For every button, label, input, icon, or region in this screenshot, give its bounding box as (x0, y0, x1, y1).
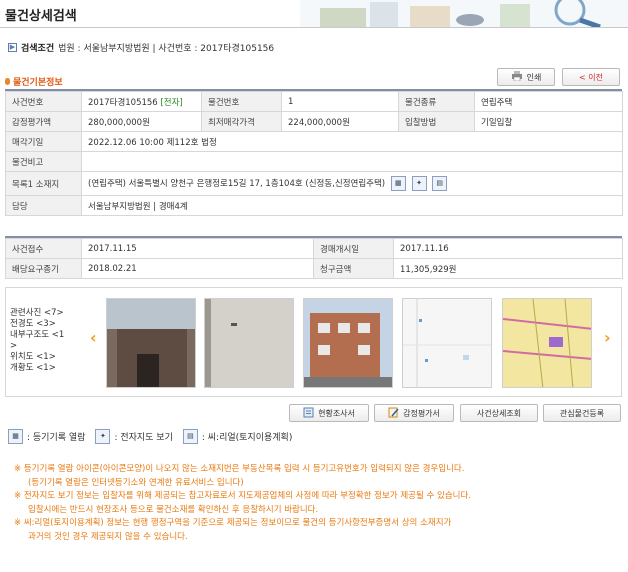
remarks-label: 물건비고 (5, 151, 82, 172)
add-interest-button[interactable]: 관심물건등록 (543, 404, 621, 422)
case-no-cell: 2017타경105156 [전자] (81, 91, 202, 112)
print-button[interactable]: 인쇄 (497, 68, 555, 86)
page-header: 물건상세검색 (0, 0, 628, 28)
sale-date-label: 매각기일 (5, 131, 82, 152)
search-condition-text: 법원 : 서울남부지방법원 | 사건번호 : 2017타경105156 (58, 44, 275, 54)
location-label: 목록1 소재지 (5, 171, 82, 196)
manager-value: 서울남부지방법원 | 경매4계 (81, 195, 623, 216)
case-no-label: 사건번호 (5, 91, 82, 112)
location-cell: (연립주택) 서울특별시 양천구 은행정로15길 17, 1층104호 (신정동… (81, 171, 623, 196)
remarks-value (81, 151, 623, 172)
photo-thumbnail-2[interactable] (204, 298, 294, 388)
sale-date-value: 2022.12.06 10:00 제112호 법정 (81, 131, 623, 152)
notice-text: ※ 등기기록 열람 아이콘(아이콘모양)이 나오지 않는 소재지번은 부동산목록… (14, 463, 471, 544)
start-label: 경매개시일 (313, 238, 394, 259)
appraisal-report-label: 감정평가서 (403, 408, 440, 418)
legend-map-text: : 전자지도 보기 (114, 433, 173, 443)
basic-info-table: 사건번호 2017타경105156 [전자] 물건번호 1 물건종류 연립주택 … (5, 91, 623, 216)
next-photo-icon[interactable]: › (604, 328, 611, 347)
legend-land-text: : 씨:리얼(토지이용계획) (201, 433, 293, 443)
deadline-label: 배당요구종기 (5, 258, 82, 279)
map-view-icon: ✦ (95, 429, 111, 444)
notice-line: ※ 씨:리얼(토지이용계획) 정보는 현행 행정구역을 기준으로 제공되는 정보… (14, 518, 452, 528)
appraisal-value: 280,000,000원 (81, 111, 202, 132)
notice-line: (등기기록 열람은 인터넷등기소와 연계한 유료서비스 입니다) (28, 477, 244, 488)
table-row: 목록1 소재지 (연립주택) 서울특별시 양천구 은행정로15길 17, 1층1… (5, 171, 623, 196)
triangle-right-icon: ▶ (8, 43, 17, 52)
photo-thumbnail-1[interactable] (106, 298, 196, 388)
registry-view-icon: ▦ (8, 429, 23, 444)
deadline-value: 2018.02.21 (81, 258, 314, 279)
bid-method-label: 입찰방법 (398, 111, 475, 132)
photo-thumbnail-4[interactable] (402, 298, 492, 388)
notice-line: 입찰시에는 반드시 현장조사 등으로 물건소재를 확인하신 후 응찰하시기 바랍… (28, 504, 319, 515)
pencil-icon (388, 407, 399, 420)
case-detail-button[interactable]: 사건상세조회 (460, 404, 538, 422)
received-value: 2017.11.15 (81, 238, 314, 259)
photo-category-exterior[interactable]: 전경도 <3> (10, 319, 64, 330)
photo-category-interior[interactable]: 내부구조도 <1 (10, 330, 64, 341)
back-label: < 이전 (579, 72, 603, 82)
add-interest-label: 관심물건등록 (559, 408, 605, 418)
photo-thumbnail-3[interactable] (303, 298, 393, 388)
back-button[interactable]: < 이전 (562, 68, 620, 86)
map-view-icon[interactable]: ✦ (411, 176, 427, 191)
bullet-icon (5, 78, 10, 85)
section-title-basic: 물건기본정보 (5, 75, 63, 88)
received-label: 사건접수 (5, 238, 82, 259)
min-price-label: 최저매각가격 (201, 111, 282, 132)
page-title: 물건상세검색 (5, 9, 77, 24)
printer-icon (511, 71, 523, 83)
photo-strip: 관련사진 <7> 전경도 <3> 내부구조도 <1 > 위치도 <1> 개황도 … (5, 287, 622, 397)
table-row: 사건접수 2017.11.15 경매개시일 2017.11.16 (5, 238, 623, 259)
table-row: 물건비고 (5, 151, 623, 172)
table-row: 감정평가액 280,000,000원 최저매각가격 224,000,000원 입… (5, 111, 623, 132)
search-condition: ▶ 검색조건 법원 : 서울남부지방법원 | 사건번호 : 2017타경1051… (8, 41, 274, 54)
case-detail-label: 사건상세조회 (476, 408, 522, 418)
case-tag: [전자] (160, 97, 183, 108)
search-condition-label: 검색조건 (21, 44, 55, 54)
header-illustration (300, 0, 628, 27)
table-row: 사건번호 2017타경105156 [전자] 물건번호 1 물건종류 연립주택 (5, 91, 623, 112)
registry-view-icon[interactable]: ▦ (390, 176, 406, 191)
survey-report-label: 현황조사서 (318, 408, 355, 418)
section-title-text: 물건기본정보 (13, 78, 63, 88)
appraisal-report-button[interactable]: 감정평가서 (374, 404, 454, 422)
prev-photo-icon[interactable]: ‹ (90, 328, 97, 347)
legend-registry-text: : 등기기록 열람 (27, 433, 86, 443)
claim-value: 11,305,929원 (393, 258, 623, 279)
case-no-value: 2017타경105156 (88, 97, 158, 108)
appraisal-label: 감정평가액 (5, 111, 82, 132)
table-row: 담당 서울남부지방법원 | 경매4계 (5, 195, 623, 216)
manager-label: 담당 (5, 195, 82, 216)
start-value: 2017.11.16 (393, 238, 623, 259)
land-use-icon: ▤ (182, 429, 198, 444)
bid-method-value: 기일입찰 (474, 111, 623, 132)
photo-category-related[interactable]: 관련사진 <7> (10, 308, 64, 319)
table-row: 배당요구종기 2018.02.21 청구금액 11,305,929원 (5, 258, 623, 279)
photo-category-overview[interactable]: 개황도 <1> (10, 363, 64, 374)
photo-category-location[interactable]: 위치도 <1> (10, 352, 64, 363)
survey-report-button[interactable]: 현황조사서 (289, 404, 369, 422)
item-type-label: 물건종류 (398, 91, 475, 112)
document-icon (303, 407, 314, 420)
icon-legend: ▦ : 등기기록 열람 ✦ : 전자지도 보기 ▤ : 씨:리얼(토지이용계획) (8, 429, 292, 444)
land-use-icon[interactable]: ▤ (432, 176, 448, 191)
photo-thumbnail-5[interactable] (502, 298, 592, 388)
min-price-value: 224,000,000원 (281, 111, 399, 132)
notice-line: 과거의 것인 경우 제공되지 않을 수 있습니다. (28, 531, 188, 542)
case-info-table: 사건접수 2017.11.15 경매개시일 2017.11.16 배당요구종기 … (5, 238, 623, 279)
notice-line: ※ 등기기록 열람 아이콘(아이콘모양)이 나오지 않는 소재지번은 부동산목록… (14, 464, 465, 474)
item-type-value: 연립주택 (474, 91, 623, 112)
print-label: 인쇄 (526, 72, 542, 82)
item-no-label: 물건번호 (201, 91, 282, 112)
photo-category-list: 관련사진 <7> 전경도 <3> 내부구조도 <1 > 위치도 <1> 개황도 … (10, 308, 64, 374)
location-value: (연립주택) 서울특별시 양천구 은행정로15길 17, 1층104호 (신정동… (88, 179, 386, 189)
claim-label: 청구금액 (313, 258, 394, 279)
item-no-value: 1 (281, 91, 399, 112)
photo-category-interior-cont: > (10, 341, 18, 351)
table-row: 매각기일 2022.12.06 10:00 제112호 법정 (5, 131, 623, 152)
notice-line: ※ 전자지도 보기 정보는 입찰자를 위해 제공되는 참고자료로서 지도제공업체… (14, 491, 471, 501)
